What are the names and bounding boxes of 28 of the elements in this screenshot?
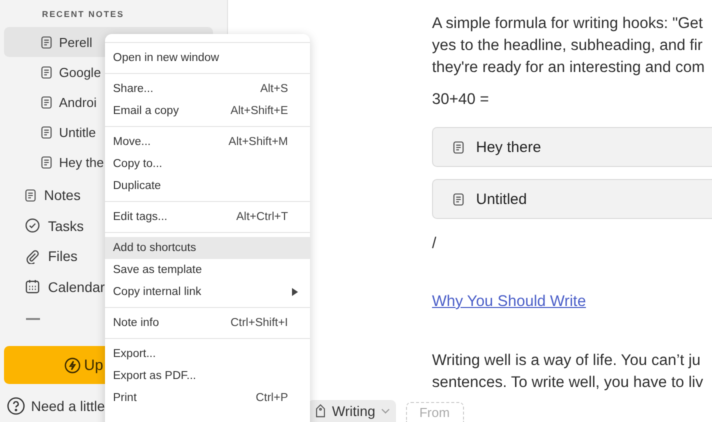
menu-item-label: Copy to... [113,158,162,170]
section-title: RECENT NOTES [41,8,124,21]
menu-item-label: Edit tags... [113,211,168,223]
shortcut-text: Ctrl+Shift+I [230,317,288,329]
paragraph-line: they're ready for an interesting and com [432,58,705,78]
paragraph-line: yes to the headline, subheading, and fir [432,36,703,56]
shortcut-text: Ctrl+P [256,392,288,404]
menu-item-label: Duplicate [113,180,161,192]
menu-item-label: Email a copy [113,105,179,117]
paragraph-line: A simple formula for writing hooks: "Get [432,14,703,34]
menu-item-label: Open in new window [113,52,220,64]
slash-text: / [432,234,436,254]
menu-item-label: Copy internal link [113,286,202,298]
menu-item-label: Add to shortcuts [113,242,196,254]
menu-item-label: Note info [113,317,160,329]
menu-item-label: Export... [113,348,156,360]
menu-item-label: Share... [113,83,154,95]
shortcut-text: Alt+S [260,83,288,95]
shortcut-text: Alt+Shift+M [228,136,288,148]
menu-item-label: Print [113,392,137,404]
paragraph-line: sentences. To write well, you have to liv [432,373,704,393]
equation-text: 30+40 = [432,90,489,110]
paragraph-line: Writing well is a way of life. You can’t ju [432,351,701,371]
shortcut-text: Alt+Ctrl+T [236,211,288,223]
shortcut-text: Alt+Shift+E [230,105,288,117]
menu-item-label: Move... [113,136,151,148]
menu-item-label: Export as PDF... [113,370,196,382]
menu-item-label: Save as template [113,264,202,276]
